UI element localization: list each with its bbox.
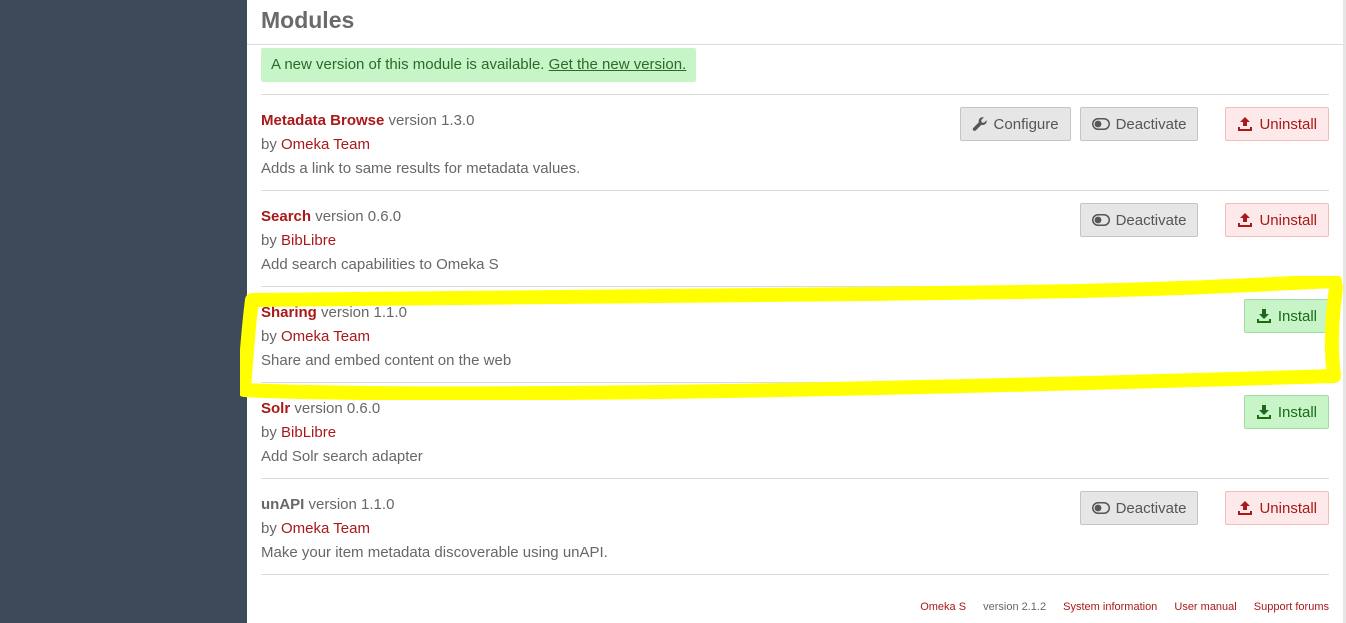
support-forums-link[interactable]: Support forums	[1254, 601, 1329, 613]
module-info: Search version 0.6.0 by BibLibre Add sea…	[261, 205, 499, 277]
module-actions: Deactivate Uninstall	[1079, 203, 1329, 237]
module-version: 0.6.0	[367, 208, 402, 225]
version-word: version	[308, 496, 357, 513]
uninstall-button[interactable]: Uninstall	[1225, 203, 1329, 237]
module-title-line: Sharing version 1.1.0	[261, 301, 511, 325]
module-author-line: by BibLibre	[261, 421, 423, 445]
by-word: by	[261, 232, 277, 249]
version-word: version	[294, 400, 343, 417]
toggle-icon	[1091, 118, 1110, 130]
module-name: unAPI	[261, 496, 305, 513]
deactivate-button[interactable]: Deactivate	[1079, 491, 1199, 525]
install-label: Install	[1277, 403, 1317, 421]
module-author-link[interactable]: BibLibre	[281, 424, 336, 441]
by-word: by	[261, 520, 277, 537]
module-info: Solr version 0.6.0 by BibLibre Add Solr …	[261, 397, 423, 469]
module-actions: Deactivate Uninstall	[1079, 491, 1329, 525]
module-name: Metadata Browse	[261, 112, 385, 129]
deactivate-button[interactable]: Deactivate	[1079, 107, 1199, 141]
uninstall-button[interactable]: Uninstall	[1225, 491, 1329, 525]
by-word: by	[261, 328, 277, 345]
module-version: 1.3.0	[441, 112, 475, 129]
version-word: version	[315, 208, 364, 225]
module-author-link[interactable]: Omeka Team	[281, 136, 370, 153]
footer-brand-link[interactable]: Omeka S	[920, 601, 966, 613]
module-author-line: by Omeka Team	[261, 133, 580, 157]
module-row-metadata-browse: Metadata Browse version 1.3.0 by Omeka T…	[261, 95, 1329, 191]
module-version: 1.1.0	[373, 304, 407, 321]
module-actions: Install	[1243, 299, 1329, 333]
upload-icon	[1237, 500, 1253, 516]
module-description: Add search capabilities to Omeka S	[261, 256, 499, 273]
module-row-sharing: Sharing version 1.1.0 by Omeka Team Shar…	[261, 287, 1329, 383]
install-button[interactable]: Install	[1243, 395, 1329, 429]
page-title: Modules	[261, 7, 355, 33]
module-title-line: Solr version 0.6.0	[261, 397, 423, 421]
deactivate-label: Deactivate	[1115, 115, 1187, 133]
uninstall-label: Uninstall	[1259, 115, 1317, 133]
upload-icon	[1237, 212, 1253, 228]
module-name: Solr	[261, 400, 291, 417]
module-version: 0.6.0	[346, 400, 381, 417]
uninstall-button[interactable]: Uninstall	[1225, 107, 1329, 141]
module-list: Metadata Browse version 1.3.0 by Omeka T…	[261, 94, 1329, 575]
update-notice-text: A new version of this module is availabl…	[271, 56, 545, 73]
module-version: 1.1.0	[361, 496, 395, 513]
toggle-icon	[1091, 214, 1110, 226]
version-word: version	[321, 304, 370, 321]
get-new-version-link[interactable]: Get the new version.	[549, 56, 687, 73]
module-author-link[interactable]: Omeka Team	[281, 328, 370, 345]
uninstall-label: Uninstall	[1259, 211, 1317, 229]
module-name: Sharing	[261, 304, 317, 321]
module-author-line: by Omeka Team	[261, 325, 511, 349]
module-author-line: by BibLibre	[261, 229, 499, 253]
module-description: Make your item metadata discoverable usi…	[261, 544, 608, 561]
module-row-unapi: unAPI version 1.1.0 by Omeka Team Make y…	[261, 479, 1329, 575]
module-title-line: unAPI version 1.1.0	[261, 493, 608, 517]
module-info: Metadata Browse version 1.3.0 by Omeka T…	[261, 109, 580, 181]
update-notice: A new version of this module is availabl…	[261, 48, 697, 82]
footer-version: version 2.1.2	[983, 601, 1047, 613]
download-icon	[1256, 404, 1272, 420]
footer: Omeka S version 2.1.2 System information…	[906, 601, 1329, 613]
module-name: Search	[261, 208, 312, 225]
install-button[interactable]: Install	[1243, 299, 1329, 333]
download-icon	[1256, 308, 1272, 324]
module-title-line: Search version 0.6.0	[261, 205, 499, 229]
module-row-solr: Solr version 0.6.0 by BibLibre Add Solr …	[261, 383, 1329, 479]
system-information-link[interactable]: System information	[1063, 601, 1157, 613]
page-header: Modules	[247, 0, 1343, 45]
module-description: Add Solr search adapter	[261, 448, 423, 465]
install-label: Install	[1277, 307, 1317, 325]
deactivate-label: Deactivate	[1115, 211, 1187, 229]
module-info: unAPI version 1.1.0 by Omeka Team Make y…	[261, 493, 608, 565]
main-content: Modules A new version of this module is …	[247, 0, 1343, 623]
module-title-line: Metadata Browse version 1.3.0	[261, 109, 580, 133]
user-manual-link[interactable]: User manual	[1174, 601, 1236, 613]
uninstall-label: Uninstall	[1259, 499, 1317, 517]
configure-button[interactable]: Configure	[959, 107, 1071, 141]
version-word: version	[388, 112, 437, 129]
module-author-link[interactable]: Omeka Team	[281, 520, 370, 537]
module-author-line: by Omeka Team	[261, 517, 608, 541]
module-author-link[interactable]: BibLibre	[281, 232, 336, 249]
upload-icon	[1237, 116, 1253, 132]
module-actions: Install	[1243, 395, 1329, 429]
module-description: Share and embed content on the web	[261, 352, 512, 369]
module-actions: Configure Deactivate Uninstall	[959, 107, 1329, 141]
wrench-icon	[972, 116, 988, 132]
toggle-icon	[1091, 502, 1110, 514]
by-word: by	[261, 424, 277, 441]
deactivate-label: Deactivate	[1115, 499, 1187, 517]
configure-label: Configure	[993, 115, 1059, 133]
by-word: by	[261, 136, 277, 153]
module-description: Adds a link to same results for metadata…	[261, 160, 581, 177]
deactivate-button[interactable]: Deactivate	[1079, 203, 1199, 237]
module-row-search: Search version 0.6.0 by BibLibre Add sea…	[261, 191, 1329, 287]
sidebar	[0, 0, 247, 623]
module-info: Sharing version 1.1.0 by Omeka Team Shar…	[261, 301, 511, 373]
